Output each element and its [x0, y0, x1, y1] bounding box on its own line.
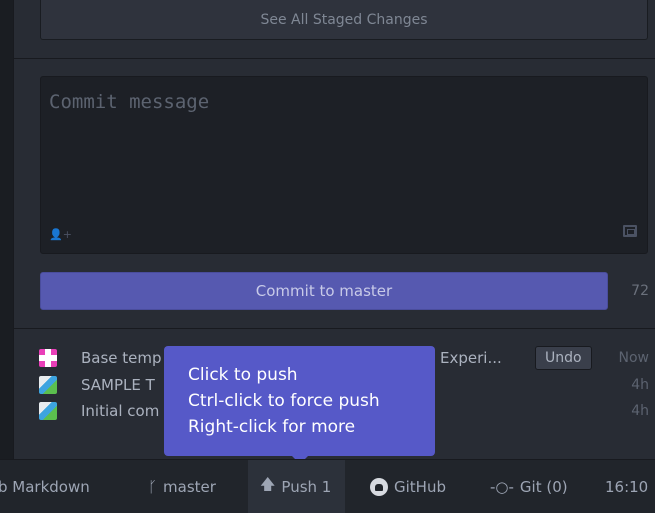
grammar-selector[interactable]: b Markdown	[0, 460, 90, 513]
git-branch-icon: ᚴ	[148, 477, 158, 496]
push-label: Push 1	[281, 477, 332, 496]
clock-label: 16:10	[605, 477, 649, 496]
commit-message: Base temp	[81, 349, 162, 367]
commit-message: SAMPLE T	[81, 376, 155, 394]
commit-message: Initial com	[81, 402, 160, 420]
git-commit-icon: -○-	[490, 477, 514, 496]
divider	[13, 58, 655, 59]
grammar-label: b Markdown	[0, 477, 90, 496]
remaining-characters: 72	[631, 283, 649, 299]
divider	[13, 328, 655, 329]
branch-selector[interactable]: ᚴ master	[148, 460, 216, 513]
commit-message-placeholder: Commit message	[49, 91, 210, 113]
undo-button[interactable]: Undo	[535, 346, 592, 370]
see-all-staged-changes-button[interactable]: See All Staged Changes	[40, 0, 648, 40]
expand-editor-icon[interactable]	[623, 225, 637, 237]
left-pane-edge	[0, 0, 13, 459]
commit-time: Now	[618, 350, 650, 366]
commit-time: 4h	[631, 377, 649, 393]
status-bar: b Markdown ᚴ master 🡅 Push 1 GitHub -○- …	[0, 459, 655, 513]
arrow-up-icon: 🡅	[260, 475, 276, 493]
push-tooltip: Click to push Ctrl-click to force push R…	[164, 346, 435, 464]
github-tab-toggle[interactable]: GitHub	[370, 460, 446, 513]
avatar	[39, 402, 57, 420]
commit-message-tail: Experi...	[440, 349, 502, 367]
avatar	[39, 349, 57, 367]
commit-button[interactable]: Commit to master	[40, 272, 608, 310]
github-icon	[370, 477, 388, 496]
git-tab-toggle[interactable]: -○- Git (0)	[490, 460, 568, 513]
commit-time: 4h	[631, 403, 649, 419]
git-label: Git (0)	[519, 477, 568, 496]
add-coauthor-icon[interactable]: 👤+	[49, 228, 72, 241]
clock: 16:10	[605, 460, 648, 513]
tooltip-line: Right-click for more	[188, 417, 356, 437]
commit-message-editor[interactable]: Commit message 👤+	[40, 76, 648, 254]
tooltip-line: Ctrl-click to force push	[188, 391, 380, 411]
push-button[interactable]: 🡅 Push 1	[248, 460, 346, 513]
tooltip-line: Click to push	[188, 365, 298, 385]
avatar	[39, 376, 57, 394]
branch-label: master	[163, 477, 216, 496]
github-label: GitHub	[394, 477, 446, 496]
